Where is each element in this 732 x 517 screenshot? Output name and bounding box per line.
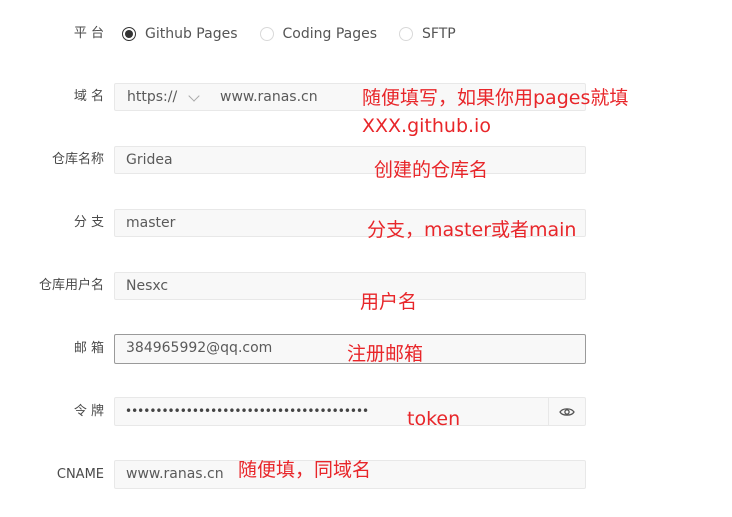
radio-github-pages[interactable]: Github Pages [122, 26, 238, 42]
radio-unchecked-icon[interactable] [399, 27, 414, 41]
username-input[interactable]: Nesxc [114, 272, 586, 300]
eye-icon[interactable] [559, 406, 575, 418]
token-label: 令 牌 [73, 404, 104, 419]
chevron-down-icon[interactable] [188, 90, 200, 102]
annotation-domain-line1: 随便填写，如果你用pages就填 [362, 87, 629, 109]
domain-label: 域 名 [73, 89, 104, 104]
annotation-email: 注册邮箱 [347, 343, 424, 365]
token-input[interactable]: •••••••••••••••••••••••••••••••••••••••• [114, 397, 586, 426]
annotation-domain-line2: XXX.github.io [362, 115, 491, 137]
radio-sftp[interactable]: SFTP [399, 26, 456, 42]
annotation-branch: 分支，master或者main [367, 219, 577, 241]
repo-input[interactable]: Gridea [114, 146, 586, 174]
email-label: 邮 箱 [73, 341, 104, 356]
platform-radio-group: Github Pages Coding Pages SFTP [122, 24, 478, 44]
radio-checked-icon[interactable] [122, 27, 136, 41]
annotation-username: 用户名 [360, 291, 418, 313]
username-label: 仓库用户名 [38, 278, 104, 293]
radio-unchecked-icon[interactable] [259, 27, 274, 41]
protocol-value: https:// [127, 89, 178, 105]
annotation-token: token [407, 408, 461, 430]
branch-label: 分 支 [73, 215, 104, 230]
token-visibility-toggle[interactable] [548, 398, 585, 425]
radio-coding-pages-label[interactable]: Coding Pages [283, 26, 378, 42]
cname-label: CNAME [56, 467, 104, 482]
annotation-repo: 创建的仓库名 [374, 159, 489, 181]
repo-label: 仓库名称 [51, 152, 104, 167]
annotation-cname: 随便填，同域名 [238, 459, 372, 481]
platform-label: 平 台 [73, 26, 104, 41]
radio-github-pages-label[interactable]: Github Pages [145, 26, 238, 42]
protocol-select[interactable]: https:// [114, 83, 209, 111]
radio-coding-pages[interactable]: Coding Pages [259, 26, 378, 42]
token-masked-value: •••••••••••••••••••••••••••••••••••••••• [125, 404, 369, 418]
radio-sftp-label[interactable]: SFTP [422, 26, 456, 42]
